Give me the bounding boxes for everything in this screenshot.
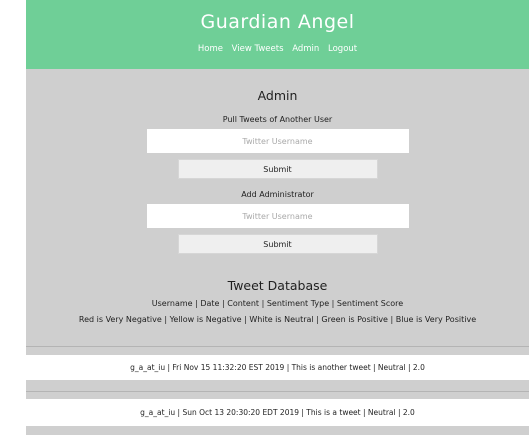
admin-heading: Admin xyxy=(257,88,298,103)
nav-bar: Home View Tweets Admin Logout xyxy=(26,43,529,55)
tweet-database-heading: Tweet Database xyxy=(227,278,328,293)
header-bar: Guardian Angel Home View Tweets Admin Lo… xyxy=(26,0,529,69)
site-title: Guardian Angel xyxy=(200,11,355,33)
add-admin-label: Add Administrator xyxy=(241,190,314,199)
columns-line: Username | Date | Content | Sentiment Ty… xyxy=(151,299,404,308)
tweet-row: g_a_at_iu | Sun Oct 13 20:30:20 EDT 2019… xyxy=(26,399,529,426)
pull-submit-button[interactable]: Submit xyxy=(177,159,378,179)
divider xyxy=(26,346,529,347)
add-admin-submit-button[interactable]: Submit xyxy=(177,234,378,254)
admin-username-input[interactable] xyxy=(146,204,409,228)
tweet-row: g_a_at_iu | Fri Nov 15 11:32:20 EST 2019… xyxy=(26,355,529,380)
pull-tweets-label: Pull Tweets of Another User xyxy=(222,115,333,124)
sentiment-legend: Red is Very Negative | Yellow is Negativ… xyxy=(78,315,477,324)
nav-view-tweets-link[interactable]: View Tweets xyxy=(232,44,284,54)
nav-logout-link[interactable]: Logout xyxy=(328,44,357,54)
divider xyxy=(26,391,529,392)
page-container: Guardian Angel Home View Tweets Admin Lo… xyxy=(26,0,529,435)
nav-admin-link[interactable]: Admin xyxy=(292,44,319,54)
pull-username-input[interactable] xyxy=(146,129,409,153)
nav-home-link[interactable]: Home xyxy=(198,44,223,54)
